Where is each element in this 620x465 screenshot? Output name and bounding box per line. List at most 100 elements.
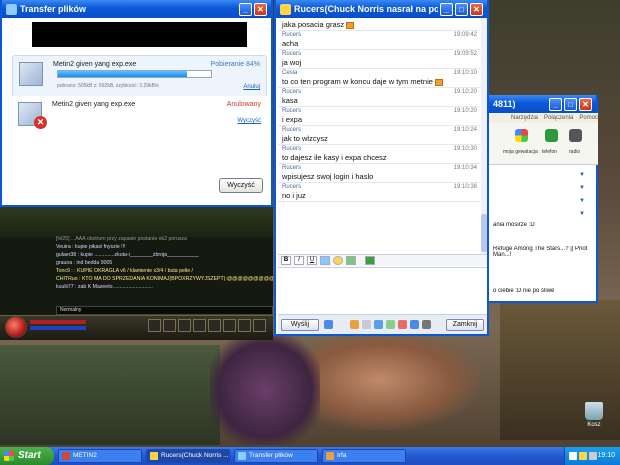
message-text: to dajesz ile kasy i expa chcesz [282,153,387,162]
skill-slot[interactable] [178,319,191,332]
game-chat-line: Tonc9 : : KUPIE OKRAGLA v6 / klamienie x… [56,268,193,274]
maximize-button[interactable]: □ [455,2,468,16]
transfer-item[interactable]: ✕ Metin2 given yang exp.exe Anulowany Wy… [12,96,267,138]
message-author: Rucers [282,184,302,190]
contact-entries: ania mosirze :D Refuge Among The Stars..… [493,222,593,297]
contacts-titlebar[interactable]: 4811) _ □ ✕ [489,95,596,113]
chat-bottom-bar: Wyślij Zamknij [278,314,487,334]
minimize-button[interactable]: _ [440,2,453,16]
chat-titlebar[interactable]: Rucers(Chuck Norris nasrał na pola pszen… [276,0,487,18]
contact-entry[interactable]: o ciebie :D nie po śliwe [493,288,593,294]
message-input[interactable] [278,267,487,313]
skill-slot[interactable] [148,319,161,332]
smiley-icon[interactable] [333,256,343,265]
message: Rucers 19:09:42 acha [278,31,481,50]
tool-label: telefon [542,149,558,155]
clear-button[interactable]: Wyczyść [219,178,263,193]
phone-icon[interactable] [545,129,558,142]
menu-help[interactable]: Pomoc [579,113,598,123]
contact-entry[interactable]: Refuge Among The Stars...? || Pnot Man..… [493,246,593,258]
bold-button[interactable]: B [281,256,291,265]
taskbar: Start METIN2 Rucers(Chuck Norris ... Tra… [0,447,620,465]
menu-tools[interactable]: Narzędzia [511,113,538,123]
close-chat-button[interactable]: Zamknij [446,319,484,331]
system-tray: 19:10 [564,447,620,465]
contact-entry[interactable]: ania mosirze :D [493,222,593,228]
mana-bar [30,326,86,330]
close-icon[interactable]: ✕ [254,2,267,16]
game-chat-input[interactable]: Normalny [56,306,273,315]
message-text: ja woj [282,58,302,67]
skill-slot[interactable] [253,319,266,332]
chat-window: Rucers(Chuck Norris nasrał na pola pszen… [274,0,489,336]
close-icon[interactable]: ✕ [470,2,483,16]
color-icon[interactable] [320,256,330,265]
italic-button[interactable]: I [294,256,304,265]
skill-slot[interactable] [238,319,251,332]
headset-icon[interactable] [422,320,431,329]
radio-icon[interactable] [569,129,582,142]
game-chat-line: Veuira : kupie pikasi fnyszie !!! [56,244,126,250]
underline-button[interactable]: U [307,256,317,265]
taskbar-item-transfer[interactable]: Transfer plików [234,449,318,463]
volume-icon[interactable] [589,452,597,460]
game-scene[interactable] [0,207,273,237]
transfer-titlebar[interactable]: Transfer plików _ ✕ [2,0,271,18]
cancel-link[interactable]: Anuluj [243,84,260,90]
recycle-bin-label: Kosz [587,422,601,428]
message-text: jaka posacia grasz [282,20,477,29]
send-button[interactable]: Wyślij [281,319,319,331]
skill-slot[interactable] [193,319,206,332]
minimize-button[interactable]: _ [549,97,562,111]
message: Rucers 19:09:52 ja woj [278,50,481,69]
menu-connections[interactable]: Połączenia [544,113,573,123]
taskbar-item-metin2[interactable]: METIN2 [58,449,142,463]
message: Cesia 19:10:10 to co ten program w koncu … [278,69,481,88]
message: Rucers 19:10:20 i expa [278,107,481,126]
message-time: 19:10:30 [453,146,477,152]
chevron-down-icon[interactable]: ▼ [579,198,585,204]
notes-icon[interactable] [362,320,371,329]
recycle-bin[interactable]: Kosz [580,402,608,428]
minimize-button[interactable]: _ [239,2,252,16]
close-icon[interactable]: ✕ [579,97,592,111]
transfer-app-icon [6,3,17,15]
clear-link[interactable]: Wyczyść [237,118,261,124]
start-button[interactable]: Start [0,447,54,465]
package-icon [19,62,43,86]
skill-slot[interactable] [208,319,221,332]
message-time: 19:10:38 [453,184,477,190]
message-time: 19:10:20 [453,108,477,114]
skill-slot[interactable] [163,319,176,332]
taskbar-item-irfa[interactable]: Irfa [322,449,406,463]
history-icon[interactable] [350,320,359,329]
maximize-button[interactable]: □ [564,97,577,111]
transfer-meta: pobrano: 505kB z: 592kB, szybkość: 3.29k… [57,83,159,89]
taskbar-item-chat[interactable]: Rucers(Chuck Norris ... [146,449,230,463]
windows-flag-icon [4,451,14,461]
contacts-icon[interactable] [386,320,395,329]
message-author: Rucers [282,32,302,38]
block-icon[interactable] [398,320,407,329]
task-label: Rucers(Chuck Norris ... [161,452,229,459]
message-text: wpisujesz swoj login i haslo [282,172,374,181]
file-icon[interactable] [374,320,383,329]
phone-icon[interactable] [365,256,375,265]
skill-slot[interactable] [223,319,236,332]
chevron-down-icon[interactable]: ▼ [579,185,585,191]
chevron-down-icon[interactable]: ▼ [579,211,585,217]
send-options-icon[interactable] [324,320,333,329]
network-icon[interactable] [569,452,577,460]
transfer-item[interactable]: Metin2 given yang exp.exe Pobieranie 84%… [12,55,267,97]
image-icon[interactable] [346,256,356,265]
app-icon [326,452,334,460]
chevron-down-icon[interactable]: ▼ [579,172,585,178]
message-history[interactable]: jaka posacia grasz Rucers 19:09:42 acha R… [278,18,481,254]
message-author: Rucers [282,165,302,171]
info-icon[interactable] [410,320,419,329]
messenger-tray-icon[interactable] [579,452,587,460]
generation-icon[interactable] [515,129,528,142]
message-author: Rucers [282,51,302,57]
message-text: acha [282,39,299,48]
messenger-icon [150,452,158,460]
